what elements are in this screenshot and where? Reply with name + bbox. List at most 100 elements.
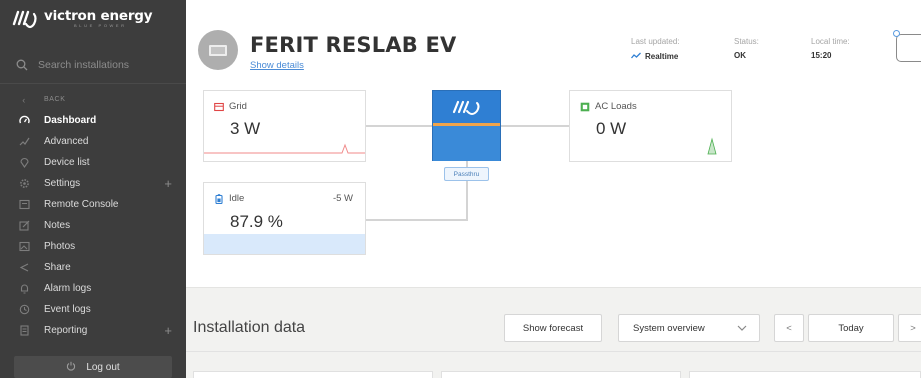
- previous-period-button[interactable]: <: [774, 314, 804, 342]
- victron-logo-icon: [12, 10, 37, 29]
- local-time: Local time: 15:20: [811, 37, 850, 60]
- local-time-value: 15:20: [811, 51, 832, 60]
- grid-sparkline: [204, 143, 365, 154]
- grid-value: 3 W: [230, 119, 261, 138]
- status-label: Status:: [734, 37, 759, 46]
- next-period-button[interactable]: >: [898, 314, 921, 342]
- installation-avatar: [198, 30, 238, 70]
- battery-soc-value: 87.9 %: [230, 212, 283, 231]
- ac-loads-icon: [580, 102, 590, 111]
- sidebar-item-label: Remote Console: [44, 199, 119, 210]
- grid-connection-line: [366, 125, 432, 127]
- ac-loads-sparkline: [707, 137, 717, 155]
- photo-icon: [18, 241, 30, 253]
- status-value: OK: [734, 51, 746, 60]
- section-divider: [186, 351, 921, 352]
- grid-icon: [214, 102, 224, 111]
- view-select-value: System overview: [633, 322, 705, 334]
- expand-plus-icon[interactable]: +: [164, 323, 172, 338]
- brand-name: victron energy: [44, 7, 153, 24]
- battery-state-label: Idle: [229, 193, 245, 204]
- power-icon: [66, 361, 76, 374]
- show-forecast-button[interactable]: Show forecast: [504, 314, 602, 342]
- show-details-link[interactable]: Show details: [250, 60, 304, 71]
- sidebar-item-label: Event logs: [44, 304, 91, 315]
- today-button[interactable]: Today: [808, 314, 894, 342]
- chevron-down-icon: [737, 323, 747, 334]
- sidebar-item-photos[interactable]: Photos: [0, 236, 186, 257]
- sidebar-item-remote-console[interactable]: Remote Console: [0, 194, 186, 215]
- battery-connection-line-v: [466, 181, 468, 221]
- search-bar: [0, 46, 186, 84]
- ac-loads-card[interactable]: AC Loads 0 W: [569, 90, 732, 162]
- realtime-icon: [631, 51, 641, 61]
- loads-connection-line: [501, 125, 569, 127]
- installation-device-icon: [209, 44, 227, 56]
- inverter-logo-icon: [452, 100, 480, 115]
- battery-icon: [215, 193, 223, 204]
- chevron-right-icon: >: [910, 322, 916, 334]
- sidebar-item-event-logs[interactable]: Event logs: [0, 299, 186, 320]
- chevron-left-icon: ‹: [22, 94, 26, 105]
- grid-card[interactable]: Grid 3 W: [203, 90, 366, 162]
- data-panel-1: [193, 371, 433, 378]
- battery-power-value: -5 W: [332, 193, 353, 204]
- chevron-left-icon: <: [786, 322, 792, 334]
- expand-plus-icon[interactable]: +: [164, 176, 172, 191]
- device-status-icon[interactable]: [896, 34, 921, 62]
- search-icon: [16, 59, 28, 70]
- battery-soc-bar: [204, 234, 365, 254]
- notification-dot-icon: [893, 30, 900, 37]
- sidebar-item-label: Alarm logs: [44, 283, 92, 294]
- page-title: FERIT RESLAB EV: [250, 33, 457, 57]
- sidebar-item-dashboard[interactable]: Dashboard: [0, 110, 186, 131]
- sidebar-item-label: Reporting: [44, 325, 88, 336]
- inverter-box[interactable]: [432, 90, 501, 161]
- gear-icon: [18, 178, 30, 190]
- status: Status: OK: [734, 37, 759, 60]
- sidebar-item-advanced[interactable]: Advanced: [0, 131, 186, 152]
- share-icon: [18, 262, 30, 274]
- console-icon: [18, 199, 30, 211]
- battery-connection-line-h: [366, 219, 468, 221]
- sidebar-item-alarm-logs[interactable]: Alarm logs: [0, 278, 186, 299]
- last-updated-label: Last updated:: [631, 37, 680, 46]
- data-panel-3: [689, 371, 921, 378]
- sidebar-nav: ‹ BACK Dashboard Advanced Device list Se…: [0, 89, 186, 341]
- sidebar-item-label: Share: [44, 262, 71, 273]
- sidebar-item-settings[interactable]: Settings +: [0, 173, 186, 194]
- sidebar-item-device-list[interactable]: Device list: [0, 152, 186, 173]
- grid-label: Grid: [229, 101, 247, 112]
- back-label: BACK: [44, 96, 66, 103]
- sidebar-item-notes[interactable]: Notes: [0, 215, 186, 236]
- dashboard-icon: [18, 115, 30, 127]
- sidebar-item-label: Settings: [44, 178, 81, 189]
- location-icon: [18, 157, 30, 169]
- local-time-label: Local time:: [811, 37, 850, 46]
- sidebar-item-share[interactable]: Share: [0, 257, 186, 278]
- brand-subtitle: BLUE POWER: [74, 23, 127, 29]
- data-panel-2: [441, 371, 681, 378]
- sidebar-item-label: Dashboard: [44, 115, 97, 126]
- logout-label: Log out: [86, 361, 120, 373]
- chart-line-icon: [18, 136, 30, 148]
- sidebar: victron energy BLUE POWER ‹ BACK Dashboa…: [0, 0, 186, 378]
- back-link[interactable]: ‹ BACK: [0, 89, 186, 110]
- last-updated: Last updated: Realtime: [631, 37, 679, 61]
- bell-icon: [18, 283, 30, 295]
- view-select[interactable]: System overview: [618, 314, 760, 342]
- installation-data-title: Installation data: [193, 319, 306, 336]
- logout-button[interactable]: Log out: [14, 356, 172, 378]
- search-input[interactable]: [38, 58, 178, 71]
- victron-logo[interactable]: victron energy BLUE POWER: [12, 7, 153, 30]
- inverter-mode-badge: Passthru: [444, 167, 489, 181]
- battery-card[interactable]: Idle -5 W 87.9 %: [203, 182, 366, 255]
- report-icon: [18, 325, 30, 337]
- clock-icon: [18, 304, 30, 316]
- sidebar-item-reporting[interactable]: Reporting +: [0, 320, 186, 341]
- edit-icon: [18, 220, 30, 232]
- ac-loads-label: AC Loads: [595, 101, 637, 112]
- sidebar-item-label: Notes: [44, 220, 71, 231]
- sidebar-item-label: Advanced: [44, 136, 89, 147]
- sidebar-item-label: Photos: [44, 241, 76, 252]
